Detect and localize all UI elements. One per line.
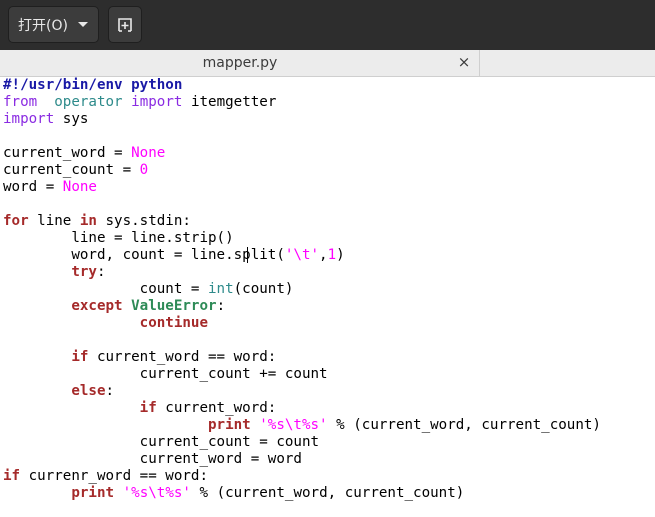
code-line[interactable]: import sys — [3, 111, 88, 128]
tab-title: mapper.py — [202, 55, 278, 71]
code-token: try — [71, 264, 97, 280]
code-line[interactable]: current_count = count — [3, 434, 319, 451]
tab-mapper-py[interactable]: mapper.py × — [0, 50, 480, 77]
code-token: int — [208, 281, 234, 297]
code-token: , — [319, 247, 328, 263]
code-line[interactable]: try: — [3, 264, 106, 281]
code-token: 0 — [139, 162, 149, 178]
code-token: continue — [139, 315, 209, 331]
code-token: operator — [54, 94, 123, 110]
code-line[interactable]: continue — [3, 315, 208, 332]
code-token: count = — [3, 281, 208, 297]
code-token: '%s\t%s' — [259, 417, 328, 433]
code-line[interactable]: if currenr_word == word: — [3, 468, 208, 485]
code-token: print — [71, 485, 115, 501]
new-document-button[interactable] — [108, 6, 142, 43]
close-icon[interactable]: × — [457, 53, 471, 71]
code-token: word = — [3, 179, 63, 195]
code-token: None — [62, 179, 97, 195]
code-token: currenr_word == word: — [20, 468, 209, 484]
code-token: word, count = line.split( — [3, 247, 285, 263]
code-token: sys.stdin: — [96, 213, 191, 229]
code-token: current_count = count — [3, 434, 320, 450]
code-line[interactable]: current_count = 0 — [3, 162, 148, 179]
code-line[interactable]: line = line.strip() — [3, 230, 234, 247]
code-token: current_count = — [3, 162, 140, 178]
code-token: line = line.strip() — [3, 230, 234, 246]
code-token: current_word: — [156, 400, 277, 416]
code-token: current_count += count — [3, 366, 328, 382]
code-token: for — [3, 213, 29, 229]
open-button-label: 打开(O) — [18, 17, 68, 34]
code-line[interactable]: print '%s\t%s' % (current_word, current_… — [3, 485, 464, 502]
code-token: (count) — [233, 281, 294, 297]
code-token: if — [139, 400, 157, 416]
code-line[interactable]: current_count += count — [3, 366, 328, 383]
code-line[interactable]: except ValueError: — [3, 298, 225, 315]
code-line[interactable]: else: — [3, 383, 114, 400]
new-document-icon — [118, 17, 132, 32]
code-line[interactable]: from operator import itemgetter — [3, 94, 276, 111]
code-token: except — [71, 298, 123, 314]
code-token: ) — [336, 247, 345, 263]
code-token: itemgetter — [182, 94, 277, 110]
code-line[interactable]: word = None — [3, 179, 97, 196]
code-token: else — [71, 383, 106, 399]
code-token: current_word == word: — [88, 349, 277, 365]
code-token: : — [216, 298, 226, 314]
code-line[interactable]: #!/usr/bin/env python — [3, 77, 182, 94]
code-token: '%s\t%s' — [122, 485, 191, 501]
code-token: ValueError — [131, 298, 217, 314]
code-token: print — [208, 417, 251, 433]
code-token: % (current_word, current_count) — [327, 417, 601, 433]
code-line[interactable]: current_word = None — [3, 145, 165, 162]
code-token: sys — [54, 111, 89, 127]
code-token: #!/usr/bin/env python — [3, 77, 183, 93]
text-cursor — [247, 247, 248, 263]
code-line[interactable]: current_word = word — [3, 451, 302, 468]
code-line[interactable]: print '%s\t%s' % (current_word, current_… — [3, 417, 601, 434]
code-line[interactable]: for line in sys.stdin: — [3, 213, 191, 230]
open-button[interactable]: 打开(O) — [8, 6, 99, 43]
code-token: '\t' — [284, 247, 320, 263]
code-token: import — [131, 94, 183, 110]
code-editor[interactable]: #!/usr/bin/env python from operator impor… — [0, 77, 655, 517]
code-token: line — [28, 213, 80, 229]
code-line[interactable]: if current_word == word: — [3, 349, 276, 366]
code-token: in — [79, 213, 97, 229]
code-line[interactable]: count = int(count) — [3, 281, 294, 298]
code-token: current_word = — [3, 145, 132, 161]
code-token: None — [131, 145, 166, 161]
tab-bar: mapper.py × — [0, 50, 655, 77]
code-token: from — [3, 94, 38, 110]
code-token: if — [71, 349, 89, 365]
chevron-down-icon[interactable] — [77, 22, 88, 27]
code-token: : — [96, 264, 106, 280]
code-token: import — [3, 111, 55, 127]
code-token: current_word = word — [3, 451, 302, 467]
code-line[interactable]: word, count = line.split('\t',1) — [3, 247, 345, 264]
code-token: % (current_word, current_count) — [190, 485, 465, 501]
code-token: if — [3, 468, 21, 484]
code-token: : — [105, 383, 115, 399]
code-token: 1 — [327, 247, 337, 263]
header-bar: 打开(O) — [0, 0, 655, 50]
code-line[interactable]: if current_word: — [3, 400, 277, 417]
